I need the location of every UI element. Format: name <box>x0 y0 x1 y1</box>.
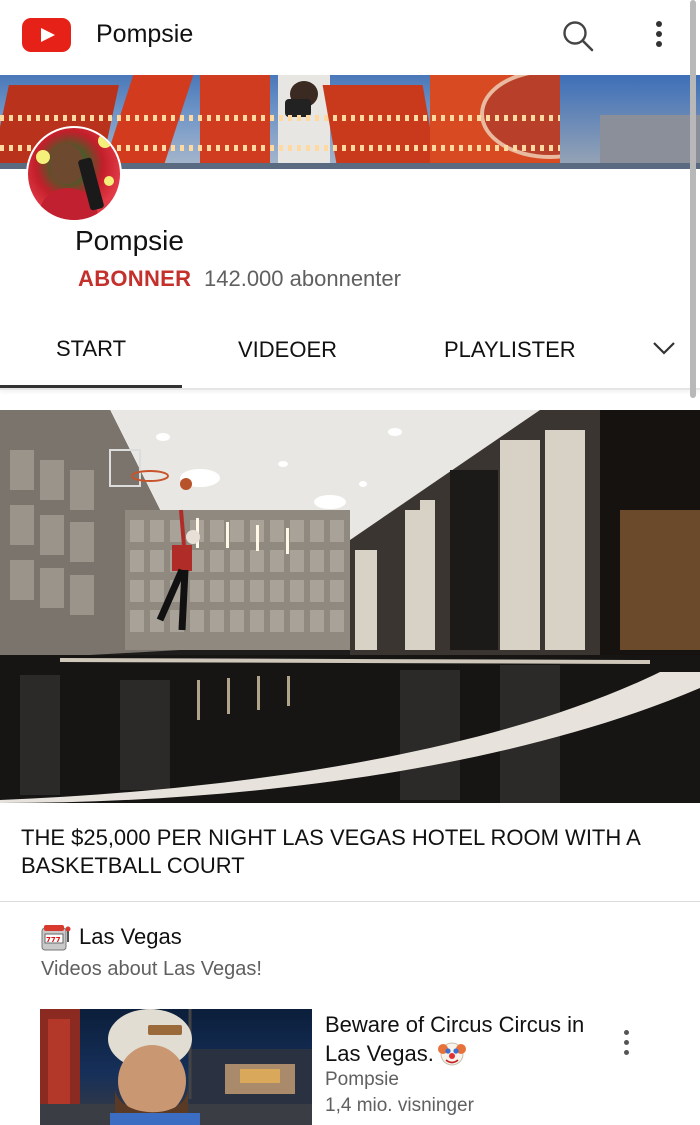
clown-face-icon <box>437 1042 466 1066</box>
tabs-divider <box>0 388 700 390</box>
video-channel-name[interactable]: Pompsie <box>325 1069 399 1091</box>
video-thumbnail[interactable] <box>40 1009 312 1125</box>
chevron-down-icon[interactable] <box>652 340 676 356</box>
more-options-icon[interactable] <box>614 1028 638 1058</box>
video-view-count: 1,4 mio. visninger <box>325 1095 474 1116</box>
more-options-icon[interactable] <box>646 18 672 52</box>
youtube-logo-icon[interactable] <box>22 18 71 52</box>
tab-videos[interactable]: VIDEOER <box>238 337 337 363</box>
top-app-bar: Pompsie <box>0 0 700 70</box>
section-divider <box>0 901 700 902</box>
subscribe-button[interactable]: ABONNER <box>78 266 191 292</box>
app-title: Pompsie <box>96 20 194 48</box>
shelf-title[interactable]: Las Vegas <box>79 924 182 950</box>
slot-machine-icon: 777 <box>41 925 71 951</box>
featured-video-thumbnail[interactable] <box>0 410 700 803</box>
shelf-subtitle: Videos about Las Vegas! <box>41 958 262 980</box>
svg-text:777: 777 <box>46 936 61 944</box>
tab-playlists[interactable]: PLAYLISTER <box>444 337 576 363</box>
channel-name: Pompsie <box>75 225 184 256</box>
featured-video-title[interactable]: THE $25,000 PER NIGHT LAS VEGAS HOTEL RO… <box>21 824 681 880</box>
channel-tabs: START VIDEOER PLAYLISTER <box>0 318 700 390</box>
search-icon[interactable] <box>560 18 596 54</box>
scrollbar[interactable] <box>690 0 696 398</box>
tab-start[interactable]: START <box>56 336 126 362</box>
channel-avatar[interactable] <box>26 126 122 222</box>
video-title[interactable]: Beware of Circus Circus in Las Vegas. <box>325 1010 595 1068</box>
subscriber-count: 142.000 abonnenter <box>204 266 401 291</box>
